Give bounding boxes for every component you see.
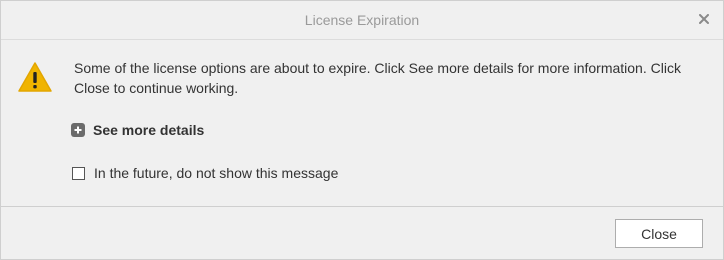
close-button[interactable]: Close bbox=[615, 219, 703, 248]
plus-square-icon bbox=[71, 123, 85, 137]
dont-show-again-checkbox[interactable] bbox=[72, 166, 85, 180]
dont-show-again-label: In the future, do not show this message bbox=[94, 165, 339, 181]
dont-show-again-option[interactable]: In the future, do not show this message bbox=[72, 165, 338, 181]
close-icon[interactable] bbox=[695, 10, 713, 28]
warning-triangle-icon bbox=[17, 61, 53, 93]
dialog-content: Some of the license options are about to… bbox=[1, 40, 723, 206]
message-text: Some of the license options are about to… bbox=[74, 60, 681, 96]
dialog-titlebar: License Expiration bbox=[1, 1, 723, 40]
dialog-title: License Expiration bbox=[304, 12, 420, 28]
license-expiration-dialog: License Expiration Some of the license o… bbox=[0, 0, 724, 260]
footer-divider bbox=[1, 206, 723, 207]
see-more-details-label: See more details bbox=[93, 122, 205, 138]
see-more-details-toggle[interactable]: See more details bbox=[71, 122, 204, 138]
